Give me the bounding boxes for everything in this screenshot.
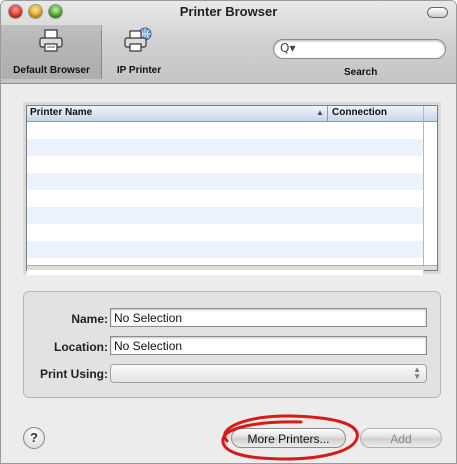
- list-row[interactable]: [27, 207, 423, 224]
- printer-details-group: Name: No Selection Location: No Selectio…: [23, 291, 441, 398]
- toolbar-default-browser-label: Default Browser: [13, 65, 90, 76]
- printer-icon: [39, 29, 63, 52]
- search-input[interactable]: Q▾: [273, 39, 446, 59]
- more-printers-button[interactable]: More Printers...: [231, 428, 346, 448]
- sort-ascending-icon[interactable]: ▲: [316, 108, 324, 117]
- help-button[interactable]: ?: [23, 427, 45, 449]
- list-row[interactable]: [27, 190, 423, 207]
- printer-list[interactable]: Printer Name ▲ Connection: [26, 105, 438, 275]
- vertical-scrollbar-track[interactable]: [423, 106, 424, 271]
- print-using-popup[interactable]: ▲ ▼: [110, 364, 427, 383]
- toolbar-toggle-button[interactable]: [427, 7, 448, 18]
- column-header-connection[interactable]: Connection: [332, 107, 387, 118]
- toolbar-ip-printer-label: IP Printer: [116, 65, 162, 76]
- name-label: Name:: [71, 312, 108, 326]
- list-row[interactable]: [27, 241, 423, 258]
- add-button[interactable]: Add: [360, 428, 442, 448]
- list-row[interactable]: [27, 139, 423, 156]
- search-icon: Q▾: [280, 41, 296, 55]
- printer-list-rows: [27, 122, 423, 275]
- list-row[interactable]: [27, 156, 423, 173]
- printer-list-header: Printer Name ▲ Connection: [27, 106, 437, 122]
- list-row[interactable]: [27, 173, 423, 190]
- location-label: Location:: [54, 340, 108, 354]
- window-title: Printer Browser: [179, 4, 278, 19]
- printer-browser-window: Printer Browser Default Browser IP Print…: [0, 0, 457, 464]
- toolbar: Printer Browser Default Browser IP Print…: [1, 1, 456, 84]
- horizontal-scrollbar-track: [27, 265, 437, 270]
- toolbar-separator: [101, 31, 102, 77]
- list-row[interactable]: [27, 224, 423, 241]
- name-field[interactable]: No Selection: [110, 308, 427, 327]
- location-field[interactable]: No Selection: [110, 336, 427, 355]
- column-divider[interactable]: [327, 106, 328, 121]
- column-header-printer-name[interactable]: Printer Name: [30, 107, 92, 118]
- toolbar-ip-printer[interactable]: IP Printer: [107, 25, 171, 79]
- popup-arrows-icon: ▲ ▼: [413, 365, 421, 381]
- print-using-label: Print Using:: [40, 367, 108, 381]
- network-printer-icon: [124, 27, 152, 52]
- toolbar-default-browser[interactable]: Default Browser: [1, 25, 102, 79]
- search-label: Search: [344, 67, 378, 78]
- list-row[interactable]: [27, 122, 423, 139]
